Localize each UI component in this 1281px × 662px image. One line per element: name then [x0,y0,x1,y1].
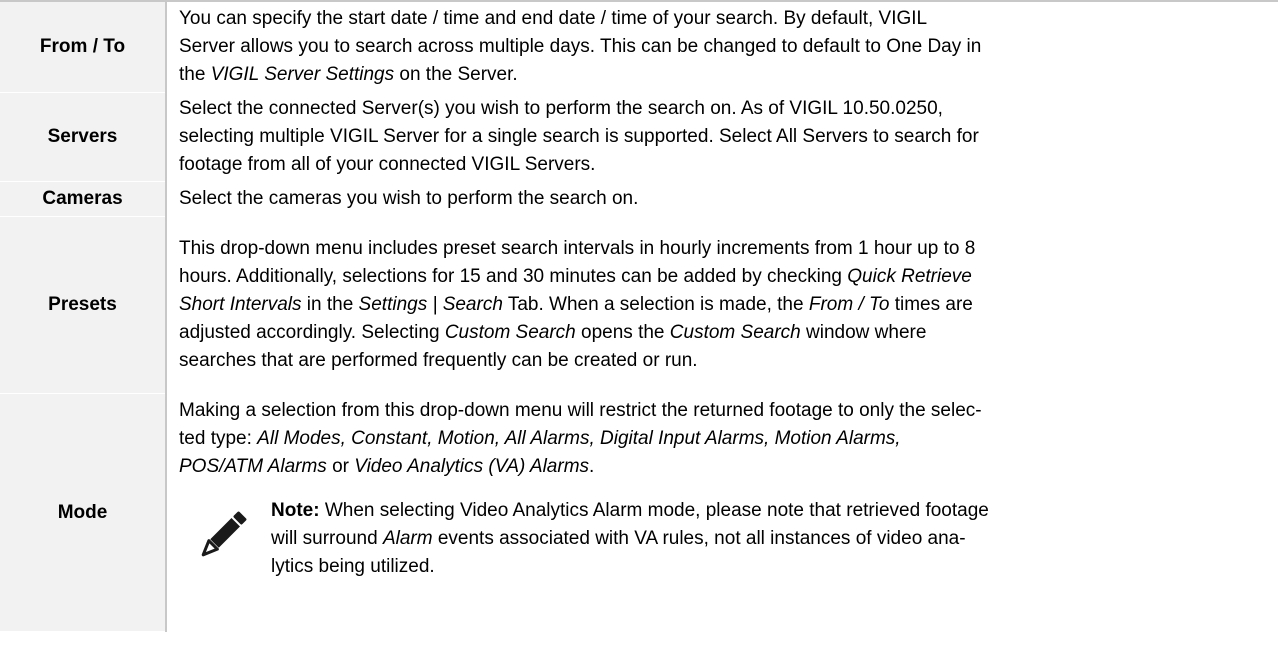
reference-table: From / To You can specify the start date… [0,0,1278,632]
description-cameras: Select the cameras you wish to perform t… [166,181,1278,217]
description-mode: Making a selection from this drop-down m… [166,393,1278,632]
pencil-icon [201,511,247,557]
term-servers: Servers [0,92,167,182]
table-row-cameras: Cameras Select the cameras you wish to p… [0,181,1278,217]
description-from-to: You can specify the start date / time an… [166,0,1278,93]
term-presets: Presets [0,216,167,394]
note-body: Note: When selecting Video Analytics Ala… [271,500,989,577]
term-cameras: Cameras [0,181,167,217]
description-servers: Select the connected Server(s) you wish … [166,92,1278,182]
table-row-from-to: From / To You can specify the start date… [0,0,1278,93]
note-callout: Note: When selecting Video Analytics Ala… [179,497,1268,581]
term-from-to: From / To [0,0,167,93]
table-row-servers: Servers Select the connected Server(s) y… [0,92,1278,182]
note-label: Note: [271,500,320,521]
table-row-presets: Presets This drop-down menu includes pre… [0,216,1278,394]
table-row-mode: Mode Making a selection from this drop-d… [0,393,1278,632]
description-presets: This drop-down menu includes preset sear… [166,216,1278,394]
term-mode: Mode [0,393,167,632]
